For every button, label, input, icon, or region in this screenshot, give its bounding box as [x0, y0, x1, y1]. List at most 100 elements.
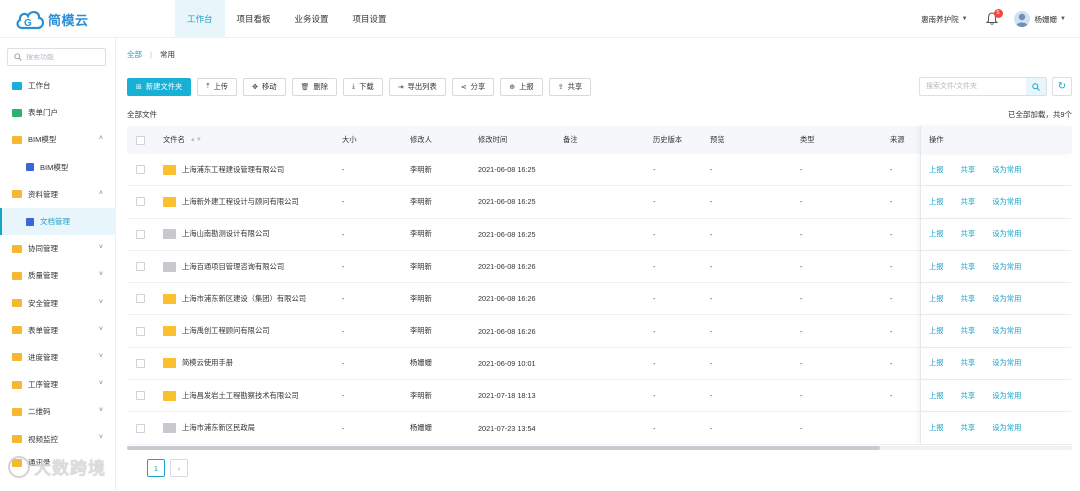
upload-button[interactable]: ⤒ 上传 — [197, 78, 238, 96]
breadcrumb-root[interactable]: 全部 — [127, 49, 142, 60]
row-share-link[interactable]: 共享 — [961, 165, 976, 175]
row-report-link[interactable]: 上报 — [929, 294, 944, 304]
row-share-link[interactable]: 共享 — [961, 197, 976, 207]
table-row[interactable]: 上海市浦东新区民政局 - 杨姗姗 2021-07-23 13:54 - - - 上报 共享 设为常… — [127, 412, 1072, 445]
file-search-input[interactable] — [920, 78, 1027, 95]
row-checkbox[interactable] — [136, 262, 145, 272]
row-fav-link[interactable]: 设为常用 — [992, 197, 1021, 207]
table-row[interactable]: 上海禹创工程顾问有限公司 - 李明新 2021-06-08 16:26 - - - - 上报 共享… — [127, 315, 1072, 348]
move-button[interactable]: ✥ 移动 — [243, 78, 286, 96]
table-row[interactable]: 上海山南勘测设计有限公司 - 李明新 2021-06-08 16:25 - - - - 上报 共享… — [127, 218, 1072, 251]
row-share-link[interactable]: 共享 — [961, 391, 976, 401]
export-list-button[interactable]: ⇥ 导出列表 — [388, 78, 446, 96]
sidebar-item-5[interactable]: 文档管理 — [0, 207, 116, 236]
row-fav-link[interactable]: 设为常用 — [992, 165, 1021, 175]
sidebar-item-10[interactable]: 进度管理 ˅ — [0, 344, 116, 371]
file-name-cell[interactable]: 上海市浦东新区民政局 — [163, 423, 342, 434]
cobuild-button[interactable]: ⇪ 共享 — [548, 78, 592, 96]
file-name-cell[interactable]: 上海市浦东新区建设（集团）有限公司 — [163, 293, 342, 304]
nav-item-0[interactable]: 工作台 — [175, 0, 225, 38]
chevron-down-icon: ˅ — [98, 244, 103, 252]
row-report-link[interactable]: 上报 — [929, 326, 944, 336]
row-share-link[interactable]: 共享 — [961, 423, 976, 433]
notification-bell[interactable]: 5 — [985, 9, 1003, 26]
table-row[interactable]: 上海浦东工程建设管理有限公司 - 李明新 2021-06-08 16:25 - - - - 上报… — [127, 154, 1072, 187]
table-row[interactable]: 上海昌发岩土工程勘察技术有限公司 - 李明新 2021-07-18 18:13 - - - -… — [127, 380, 1072, 413]
table-row[interactable]: 上海市浦东新区建设（集团）有限公司 - 李明新 2021-06-08 16:26 - - -… — [127, 283, 1072, 316]
sidebar-item-8[interactable]: 安全管理 ˅ — [0, 290, 116, 317]
nav-item-3[interactable]: 项目设置 — [341, 0, 399, 38]
share-button[interactable]: ⋖ 分享 — [451, 78, 495, 96]
file-name-cell[interactable]: 上海新外建工程设计与顾问有限公司 — [163, 196, 342, 207]
nav-item-1[interactable]: 项目看板 — [225, 0, 283, 38]
row-share-link[interactable]: 共享 — [961, 294, 976, 304]
sidebar-item-2[interactable]: BIM模型 ˄ — [0, 126, 116, 153]
table-row[interactable]: 简模云使用手册 - 杨姗姗 2021-06-09 10:01 - - - - 上报 共享 设为常用 — [127, 347, 1072, 381]
row-report-link[interactable]: 上报 — [929, 262, 944, 272]
row-checkbox[interactable] — [136, 326, 145, 336]
report-button[interactable]: ⊕ 上报 — [500, 78, 543, 96]
scrollbar-thumb[interactable] — [127, 446, 880, 450]
horizontal-scrollbar[interactable] — [127, 446, 1072, 450]
sidebar-item-3[interactable]: BIM模型 — [0, 154, 116, 181]
row-report-link[interactable]: 上报 — [929, 391, 944, 401]
select-all-checkbox[interactable] — [136, 135, 145, 145]
row-checkbox[interactable] — [136, 294, 145, 304]
row-fav-link[interactable]: 设为常用 — [992, 294, 1021, 304]
file-name-cell[interactable]: 上海山南勘测设计有限公司 — [163, 229, 342, 240]
row-report-link[interactable]: 上报 — [929, 423, 944, 433]
delete-button[interactable]: 🗑 删除 — [291, 78, 338, 96]
row-checkbox[interactable] — [136, 391, 145, 401]
row-report-link[interactable]: 上报 — [929, 358, 944, 368]
file-name-cell[interactable]: 简模云使用手册 — [163, 358, 342, 369]
row-checkbox[interactable] — [136, 197, 145, 207]
sidebar-item-13[interactable]: 视频监控 ˅ — [0, 425, 116, 452]
sidebar-item-6[interactable]: 协同管理 ˅ — [0, 235, 116, 262]
row-report-link[interactable]: 上报 — [929, 165, 944, 175]
file-name-cell[interactable]: 上海昌发岩土工程勘察技术有限公司 — [163, 390, 342, 401]
sidebar-item-12[interactable]: 二维码 ˅ — [0, 398, 116, 425]
row-checkbox[interactable] — [136, 229, 145, 239]
row-report-link[interactable]: 上报 — [929, 197, 944, 207]
sidebar-item-4[interactable]: 资料管理 ˄ — [0, 181, 116, 208]
file-name-cell[interactable]: 上海禹创工程顾问有限公司 — [163, 326, 342, 337]
sidebar-item-11[interactable]: 工序管理 ˅ — [0, 371, 116, 398]
row-share-link[interactable]: 共享 — [961, 262, 976, 272]
new-folder-button[interactable]: ⊞ 新建文件夹 — [127, 78, 192, 96]
row-fav-link[interactable]: 设为常用 — [992, 229, 1021, 239]
row-fav-link[interactable]: 设为常用 — [992, 423, 1021, 433]
row-checkbox[interactable] — [136, 358, 145, 368]
row-fav-link[interactable]: 设为常用 — [992, 326, 1021, 336]
org-selector[interactable]: 惠南养护院 ▼ — [921, 14, 967, 25]
refresh-button[interactable]: ↻ — [1052, 77, 1072, 96]
header-name[interactable]: 文件名 ▲▼ — [163, 135, 342, 145]
app-logo[interactable]: G 简模云 — [14, 6, 89, 32]
row-checkbox[interactable] — [136, 165, 145, 175]
page-button-current[interactable]: 1 — [147, 459, 165, 477]
sidebar-item-1[interactable]: 表单门户 — [0, 99, 116, 126]
next-page-button[interactable]: › — [170, 459, 188, 477]
nav-item-2[interactable]: 业务设置 — [283, 0, 341, 38]
download-button[interactable]: ⤓ 下载 — [343, 78, 383, 96]
sidebar-item-0[interactable]: 工作台 — [0, 72, 116, 99]
sidebar-search-input[interactable] — [26, 53, 104, 61]
table-row[interactable]: 上海新外建工程设计与顾问有限公司 - 李明新 2021-06-08 16:25 - - - -… — [127, 186, 1072, 219]
table-row[interactable]: 上海百通项目管理咨询有限公司 - 李明新 2021-06-08 16:26 - - - - 上报… — [127, 250, 1072, 284]
row-checkbox[interactable] — [136, 423, 145, 433]
sidebar-item-label: 视频监控 — [28, 434, 58, 444]
file-search-button[interactable] — [1026, 78, 1046, 95]
row-fav-link[interactable]: 设为常用 — [992, 358, 1021, 368]
row-share-link[interactable]: 共享 — [961, 326, 976, 336]
sidebar-item-7[interactable]: 质量管理 ˅ — [0, 262, 116, 289]
row-share-link[interactable]: 共享 — [961, 358, 976, 368]
sidebar-item-9[interactable]: 表单管理 ˅ — [0, 317, 116, 344]
file-name-cell[interactable]: 上海百通项目管理咨询有限公司 — [163, 261, 342, 272]
avatar[interactable] — [1013, 11, 1030, 27]
file-name-cell[interactable]: 上海浦东工程建设管理有限公司 — [163, 164, 342, 175]
row-share-link[interactable]: 共享 — [961, 229, 976, 239]
row-report-link[interactable]: 上报 — [929, 229, 944, 239]
row-fav-link[interactable]: 设为常用 — [992, 391, 1021, 401]
row-fav-link[interactable]: 设为常用 — [992, 262, 1021, 272]
user-menu[interactable]: 杨姗姗 ▼ — [1035, 14, 1066, 25]
row-check-cell — [127, 391, 163, 401]
